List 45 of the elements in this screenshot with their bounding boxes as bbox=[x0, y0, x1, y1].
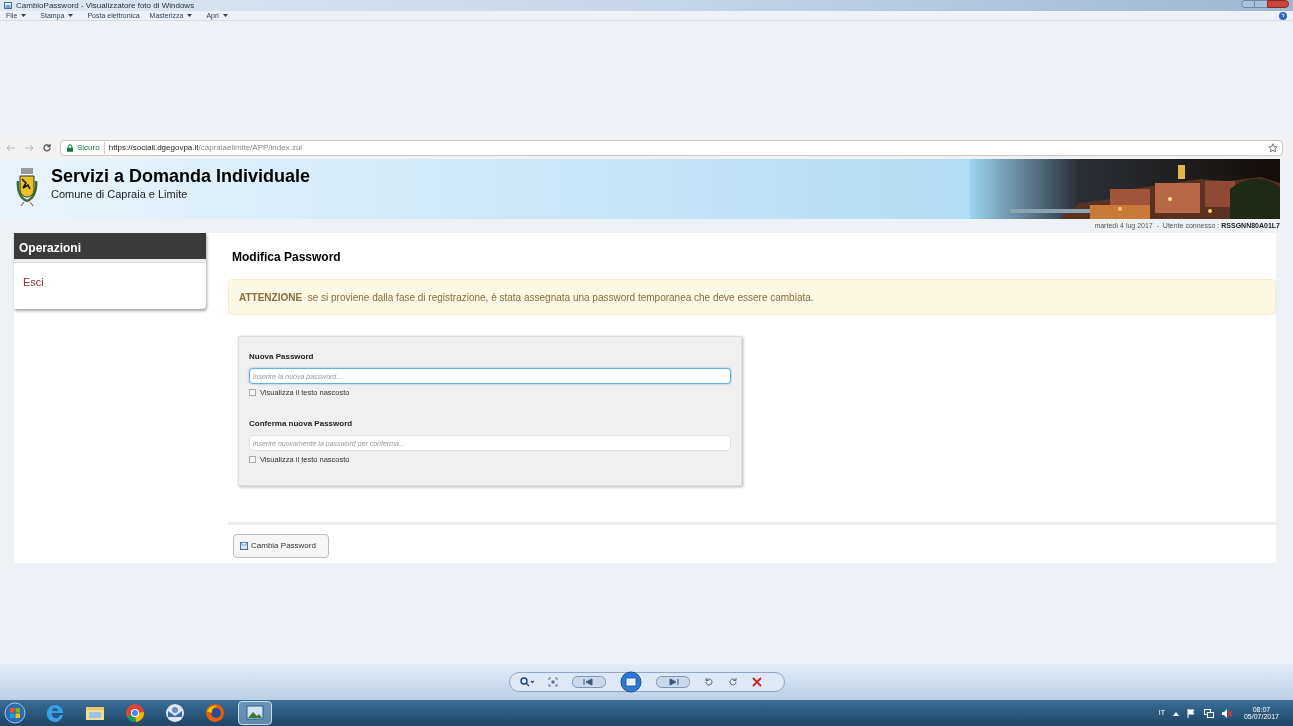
firefox-app-icon bbox=[204, 702, 226, 724]
dropdown-icon bbox=[68, 14, 74, 17]
checkbox[interactable] bbox=[249, 389, 256, 397]
start-icon[interactable] bbox=[4, 702, 26, 724]
chrome-app-icon bbox=[124, 702, 146, 724]
ie-app-icon bbox=[44, 702, 66, 724]
delete-icon[interactable] bbox=[751, 677, 762, 687]
taskbar-app-button[interactable] bbox=[238, 701, 272, 725]
window-title: CambioPassword - Visualizzatore foto di Windows bbox=[16, 1, 195, 10]
speaker-icon[interactable] bbox=[1221, 708, 1232, 718]
dropdown-icon bbox=[21, 14, 27, 17]
page-title: Modifica Password bbox=[232, 249, 342, 266]
star-icon[interactable] bbox=[1268, 143, 1278, 153]
help-icon[interactable] bbox=[1279, 12, 1287, 20]
url-text: https://sociali.dgegovpa.it/capraiaelimite/APP/index.zul bbox=[108, 142, 303, 154]
mail-app-icon bbox=[164, 702, 186, 724]
sidebar-title: Operazioni bbox=[14, 233, 206, 259]
field-label: Nuova Password bbox=[249, 351, 315, 363]
alert-message: ATTENZIONE se si proviene dalla fase di registrazione, è stata assegnata una password temporanea che deve essere cambiata. bbox=[239, 290, 814, 305]
zoom-icon[interactable] bbox=[519, 677, 534, 687]
close-button[interactable] bbox=[1267, 0, 1289, 8]
site-title: Servizi a Domanda Individuale bbox=[51, 165, 311, 188]
fit-icon[interactable] bbox=[547, 677, 558, 687]
reload-icon[interactable] bbox=[42, 143, 52, 153]
save-icon bbox=[240, 542, 248, 550]
lock-icon bbox=[67, 144, 73, 152]
coat-of-arms-icon bbox=[16, 167, 38, 207]
slideshow-icon[interactable] bbox=[619, 671, 642, 693]
sidebar-item[interactable]: Esci bbox=[14, 263, 206, 301]
network-icon[interactable] bbox=[1203, 708, 1214, 718]
dropdown-icon bbox=[187, 14, 193, 17]
secure-label: Sicuro bbox=[77, 142, 105, 154]
address-bar[interactable]: Sicuro https://sociali.dgegovpa.it/capraiaelimite/APP/index.zul bbox=[60, 140, 1283, 156]
flag-icon[interactable] bbox=[1186, 708, 1196, 718]
rotate-right-icon[interactable] bbox=[727, 677, 738, 687]
previous-icon[interactable] bbox=[571, 676, 606, 688]
dropdown-icon bbox=[222, 14, 228, 17]
app-icon bbox=[4, 2, 12, 9]
checkbox[interactable] bbox=[249, 456, 256, 464]
next-icon[interactable] bbox=[655, 676, 690, 688]
field-label: Conferma nuova Password bbox=[249, 418, 354, 431]
rotate-left-icon[interactable] bbox=[703, 677, 714, 687]
tray-arrow-icon[interactable] bbox=[1172, 710, 1179, 716]
site-subtitle: Comune di Capraia e Limite bbox=[51, 187, 189, 202]
change-password-button[interactable]: Cambia Password bbox=[233, 534, 329, 558]
